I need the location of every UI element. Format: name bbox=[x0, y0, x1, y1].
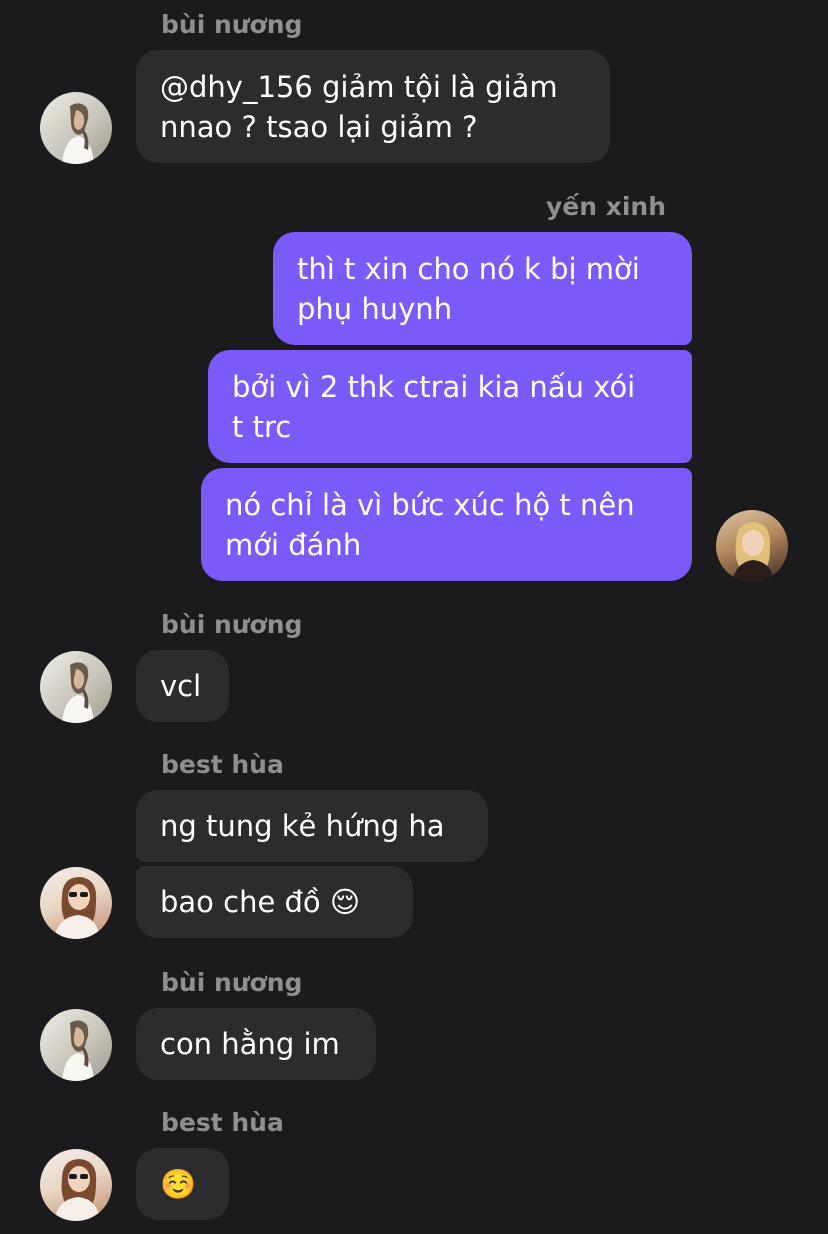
avatar-icon[interactable] bbox=[40, 1149, 112, 1221]
avatar-icon[interactable] bbox=[40, 1009, 112, 1081]
avatar-icon[interactable] bbox=[716, 510, 788, 582]
message-bubble[interactable]: thì t xin cho nó k bị mời phụ huynh bbox=[273, 232, 692, 345]
sender-name-bui-nuong: bùi nương bbox=[161, 10, 303, 39]
sender-name-best-hua: best hùa bbox=[161, 750, 284, 779]
message-bubble[interactable]: bao che đồ 😌 bbox=[136, 866, 413, 938]
sender-name-bui-nuong: bùi nương bbox=[161, 968, 303, 997]
sender-name-best-hua: best hùa bbox=[161, 1108, 284, 1137]
message-bubble[interactable]: @dhy_156 giảm tội là giảm nnao ? tsao lạ… bbox=[136, 50, 610, 163]
message-bubble[interactable]: ☺️ bbox=[136, 1148, 229, 1220]
sender-name-bui-nuong: bùi nương bbox=[161, 610, 303, 639]
avatar-icon[interactable] bbox=[40, 651, 112, 723]
message-bubble[interactable]: bởi vì 2 thk ctrai kia nấu xói t trc bbox=[208, 350, 692, 463]
avatar-icon[interactable] bbox=[40, 92, 112, 164]
message-bubble[interactable]: vcl bbox=[136, 650, 229, 722]
message-bubble[interactable]: con hằng im bbox=[136, 1008, 376, 1080]
message-bubble[interactable]: ng tung kẻ hứng ha bbox=[136, 790, 488, 862]
sender-name-yen-xinh: yến xinh bbox=[545, 192, 666, 221]
message-bubble[interactable]: nó chỉ là vì bức xúc hộ t nên mới đánh bbox=[201, 468, 692, 581]
avatar-icon[interactable] bbox=[40, 867, 112, 939]
